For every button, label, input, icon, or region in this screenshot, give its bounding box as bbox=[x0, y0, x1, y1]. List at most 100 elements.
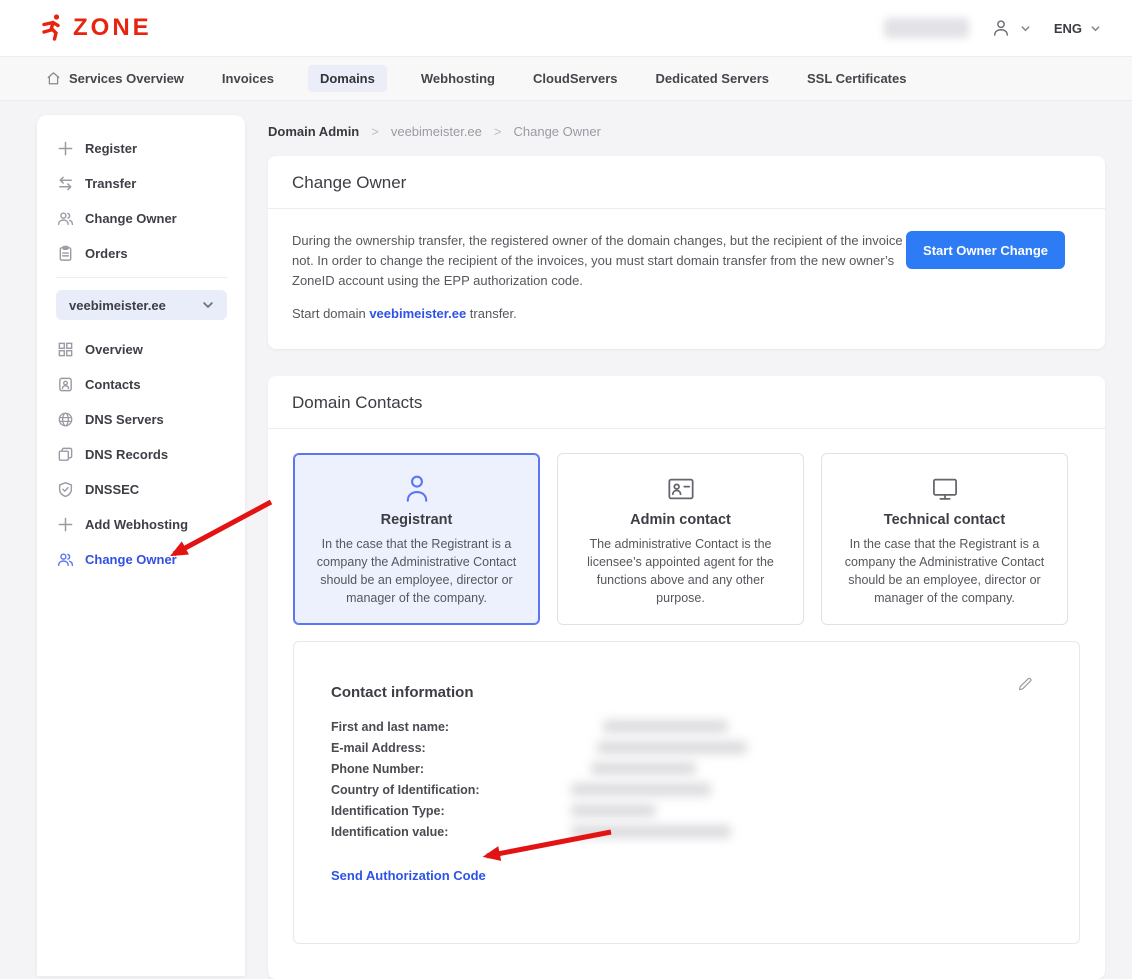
sidebar-item-dnssec[interactable]: DNSSEC bbox=[37, 472, 245, 507]
person-icon bbox=[308, 471, 525, 507]
sidebar-item-contacts[interactable]: Contacts bbox=[37, 367, 245, 402]
plus-icon bbox=[56, 516, 74, 534]
users-icon bbox=[56, 551, 74, 569]
sidebar-item-add-webhosting[interactable]: Add Webhosting bbox=[37, 507, 245, 542]
breadcrumb-domain[interactable]: veebimeister.ee bbox=[391, 124, 482, 139]
breadcrumb-current: Change Owner bbox=[514, 124, 601, 139]
nav-label: Domains bbox=[320, 71, 375, 86]
runner-icon bbox=[40, 13, 66, 43]
redacted-value bbox=[571, 825, 731, 838]
shield-check-icon bbox=[56, 481, 74, 499]
contact-type-admin[interactable]: Admin contact The administrative Contact… bbox=[557, 453, 804, 626]
start-owner-change-button[interactable]: Start Owner Change bbox=[906, 231, 1065, 269]
breadcrumb: Domain Admin > veebimeister.ee > Change … bbox=[268, 122, 1105, 140]
sidebar-item-orders[interactable]: Orders bbox=[37, 236, 245, 271]
chevron-right-icon: > bbox=[371, 124, 379, 139]
sidebar-item-label: Transfer bbox=[85, 176, 136, 191]
contact-card-icon bbox=[56, 376, 74, 394]
info-row: Identification Type: bbox=[331, 800, 1079, 821]
sidebar-item-label: Contacts bbox=[85, 377, 141, 392]
nav-label: CloudServers bbox=[533, 71, 618, 86]
users-icon bbox=[56, 210, 74, 228]
start-domain-line: Start domain veebimeister.ee transfer. bbox=[292, 304, 906, 324]
sidebar-item-dns-records[interactable]: DNS Records bbox=[37, 437, 245, 472]
start-domain-prefix: Start domain bbox=[292, 306, 369, 321]
globe-icon bbox=[56, 411, 74, 429]
sidebar-item-label: Register bbox=[85, 141, 137, 156]
change-owner-card: Change Owner During the ownership transf… bbox=[268, 156, 1105, 349]
info-row: E-mail Address: bbox=[331, 737, 1079, 758]
sidebar-item-change-owner-active[interactable]: Change Owner bbox=[37, 542, 245, 577]
domain-transfer-link[interactable]: veebimeister.ee bbox=[369, 306, 466, 321]
monitor-icon bbox=[836, 471, 1053, 507]
sidebar-item-label: Overview bbox=[85, 342, 143, 357]
redacted-value bbox=[571, 783, 711, 796]
contact-type-title: Technical contact bbox=[836, 512, 1053, 528]
contact-type-registrant[interactable]: Registrant In the case that the Registra… bbox=[293, 453, 540, 626]
home-icon bbox=[46, 71, 61, 86]
breadcrumb-domain-admin[interactable]: Domain Admin bbox=[268, 124, 359, 139]
zone-logo[interactable]: zone bbox=[40, 13, 152, 43]
sidebar-item-label: Add Webhosting bbox=[85, 517, 188, 532]
nav-services-overview[interactable]: Services Overview bbox=[42, 65, 188, 92]
nav-label: Invoices bbox=[222, 71, 274, 86]
redacted-value bbox=[591, 762, 696, 775]
nav-label: SSL Certificates bbox=[807, 71, 906, 86]
redacted-value bbox=[603, 720, 728, 733]
info-row: First and last name: bbox=[331, 716, 1079, 737]
info-row: Identification value: bbox=[331, 821, 1079, 842]
domain-contacts-card: Domain Contacts Registrant In the case t… bbox=[268, 376, 1105, 979]
sidebar-item-dns-servers[interactable]: DNS Servers bbox=[37, 402, 245, 437]
field-label: E-mail Address: bbox=[331, 741, 571, 755]
app-header: zone ENG bbox=[0, 0, 1132, 57]
domain-selector-value: veebimeister.ee bbox=[69, 298, 166, 313]
user-icon bbox=[991, 18, 1011, 38]
sidebar-item-label: DNSSEC bbox=[85, 482, 139, 497]
nav-dedicated-servers[interactable]: Dedicated Servers bbox=[652, 65, 773, 92]
send-authorization-code-link[interactable]: Send Authorization Code bbox=[331, 868, 486, 883]
sidebar-item-label: DNS Servers bbox=[85, 412, 164, 427]
sidebar-item-register[interactable]: Register bbox=[37, 131, 245, 166]
grid-icon bbox=[56, 341, 74, 359]
sidebar-divider bbox=[56, 277, 227, 278]
redacted-value bbox=[571, 804, 656, 817]
domain-selector[interactable]: veebimeister.ee bbox=[56, 290, 227, 320]
plus-icon bbox=[56, 140, 74, 158]
field-label: Country of Identification: bbox=[331, 783, 571, 797]
sidebar-item-overview[interactable]: Overview bbox=[37, 332, 245, 367]
start-domain-suffix: transfer. bbox=[466, 306, 517, 321]
nav-label: Dedicated Servers bbox=[656, 71, 769, 86]
brand-name: zone bbox=[73, 14, 152, 42]
transfer-arrows-icon bbox=[56, 175, 74, 193]
nav-webhosting[interactable]: Webhosting bbox=[417, 65, 499, 92]
chevron-down-icon bbox=[201, 298, 215, 312]
sidebar: Register Transfer Change Owner Orders ve… bbox=[37, 115, 245, 976]
contact-type-title: Registrant bbox=[308, 512, 525, 528]
language-label: ENG bbox=[1054, 21, 1082, 36]
sidebar-item-label: Change Owner bbox=[85, 211, 177, 226]
sidebar-item-label: DNS Records bbox=[85, 447, 168, 462]
contact-type-technical[interactable]: Technical contact In the case that the R… bbox=[821, 453, 1068, 626]
sidebar-item-transfer[interactable]: Transfer bbox=[37, 166, 245, 201]
nav-domains[interactable]: Domains bbox=[308, 65, 387, 92]
chevron-right-icon: > bbox=[494, 124, 502, 139]
contact-type-description: In the case that the Registrant is a com… bbox=[308, 535, 525, 608]
redacted-value bbox=[597, 741, 747, 754]
nav-ssl-certificates[interactable]: SSL Certificates bbox=[803, 65, 910, 92]
field-label: Identification value: bbox=[331, 825, 571, 839]
user-menu[interactable] bbox=[991, 18, 1032, 38]
sidebar-item-label: Orders bbox=[85, 246, 128, 261]
nav-label: Services Overview bbox=[69, 71, 184, 86]
nav-cloudservers[interactable]: CloudServers bbox=[529, 65, 622, 92]
info-row: Phone Number: bbox=[331, 758, 1079, 779]
contact-type-description: In the case that the Registrant is a com… bbox=[836, 535, 1053, 608]
language-selector[interactable]: ENG bbox=[1054, 21, 1102, 36]
chevron-down-icon bbox=[1089, 22, 1102, 35]
contact-information-panel: Contact information First and last name:… bbox=[293, 641, 1080, 944]
nav-invoices[interactable]: Invoices bbox=[218, 65, 278, 92]
sidebar-item-change-owner[interactable]: Change Owner bbox=[37, 201, 245, 236]
edit-pencil-icon[interactable] bbox=[1017, 676, 1033, 692]
contact-type-title: Admin contact bbox=[572, 512, 789, 528]
field-label: First and last name: bbox=[331, 720, 571, 734]
nav-label: Webhosting bbox=[421, 71, 495, 86]
